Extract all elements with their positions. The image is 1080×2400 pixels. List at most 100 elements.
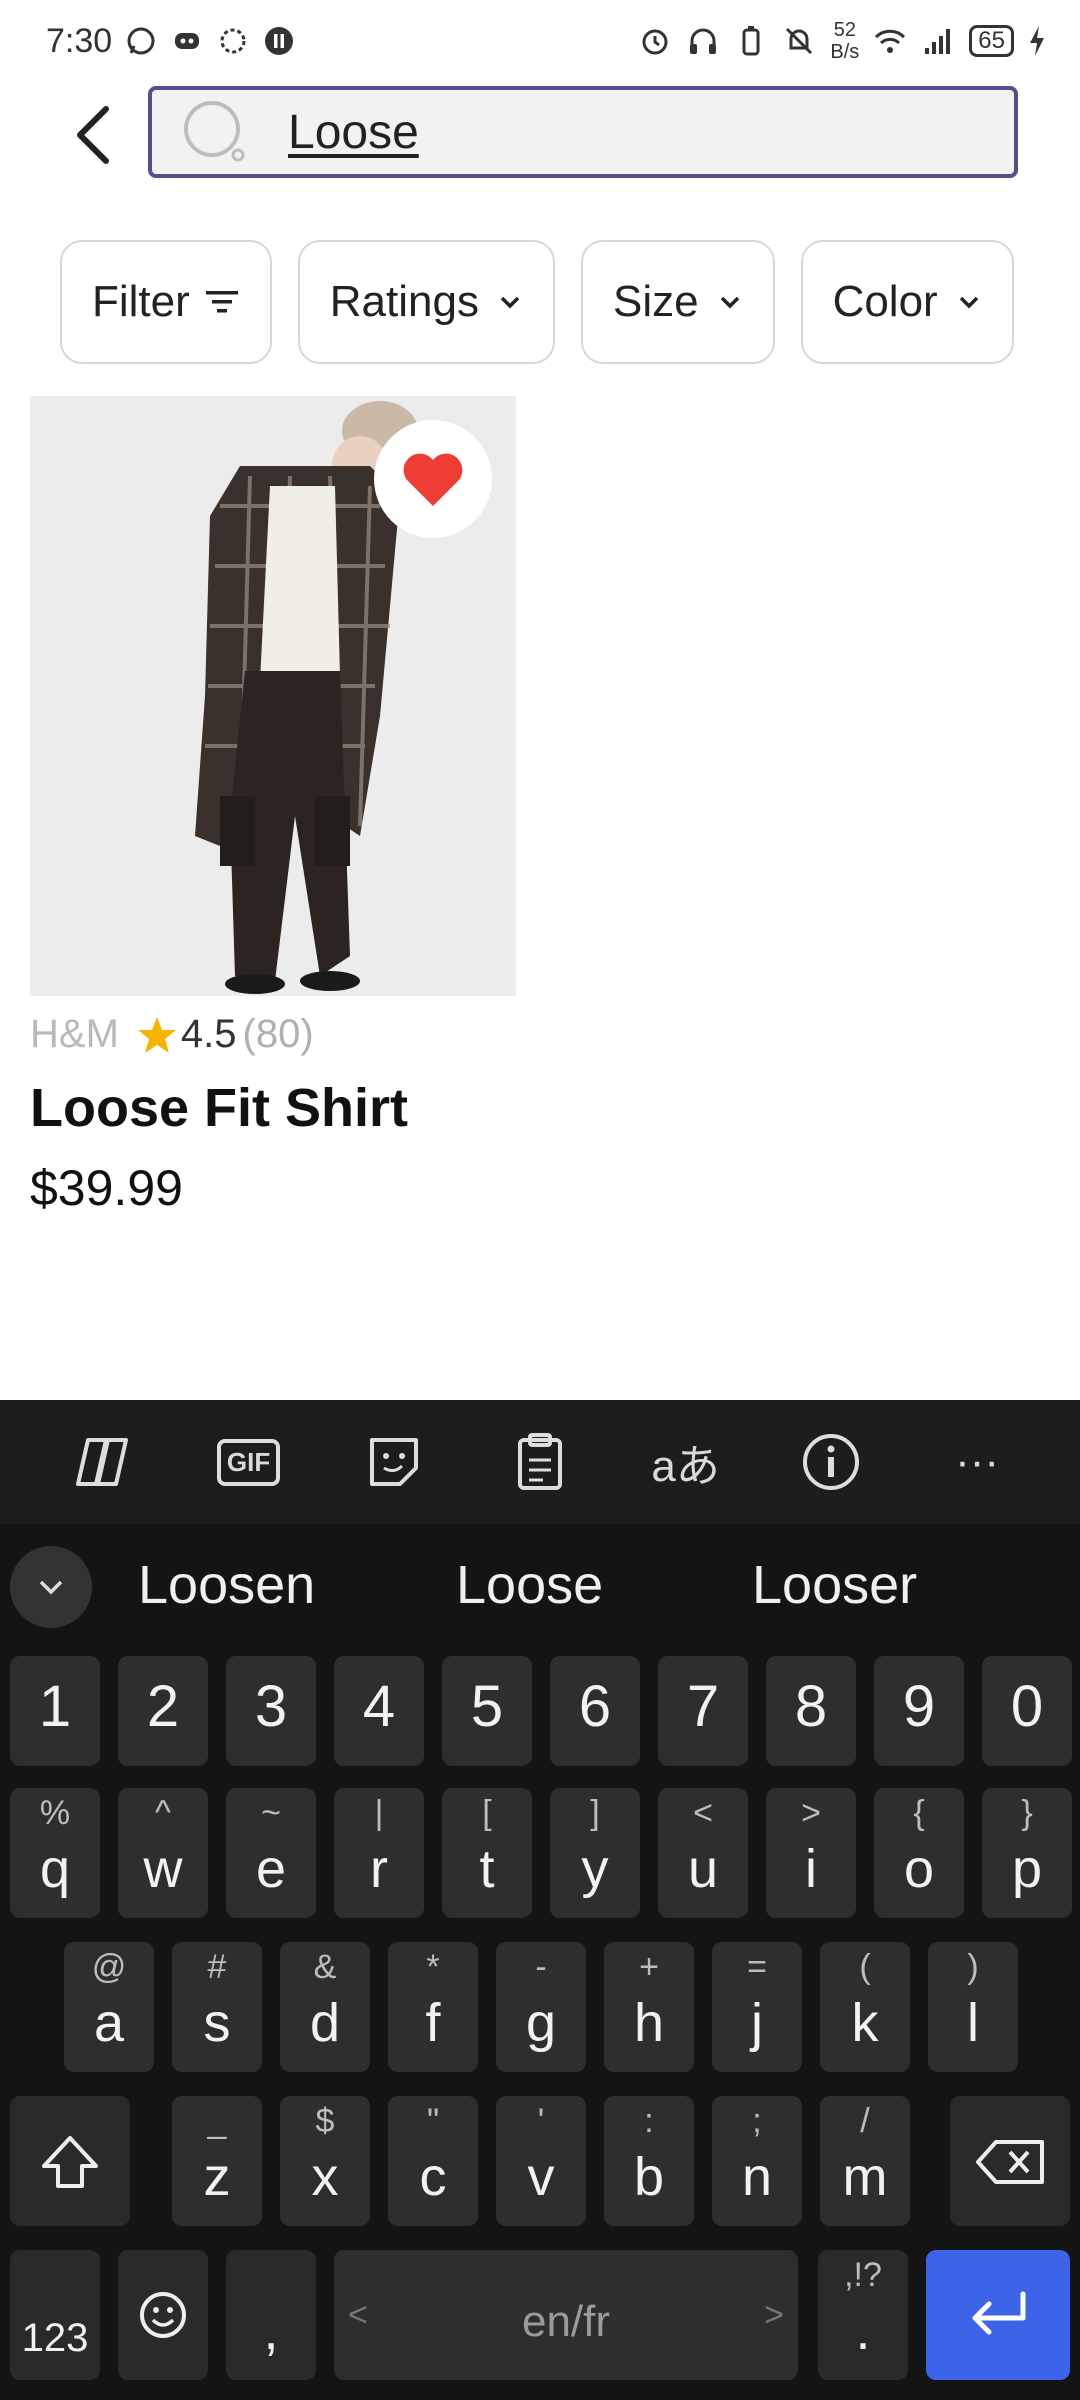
key-u[interactable]: < u [658, 1788, 748, 1918]
emoji-key[interactable] [118, 2250, 208, 2380]
network-speed: 52 B/s [830, 19, 859, 63]
key-q[interactable]: % q [10, 1788, 100, 1918]
key-a-label: a [93, 1993, 125, 2053]
net-speed-value: 52 [833, 19, 856, 41]
clipboard-icon[interactable] [500, 1422, 580, 1502]
key-t[interactable]: [t [442, 1788, 532, 1918]
filter-chips: Filter Ratings Size Color [60, 240, 1020, 366]
key-n[interactable]: ; n [712, 2096, 802, 2226]
suggestion-2[interactable]: Loose [456, 1554, 603, 1616]
key-d-alt: & [313, 1948, 337, 1986]
key-b[interactable]: :b [604, 2096, 694, 2226]
key-t-alt: [ [482, 1794, 492, 1832]
backspace-key[interactable] [950, 2096, 1070, 2226]
key-h-label: h [633, 1993, 665, 2053]
key-q-label: q [39, 1839, 71, 1899]
sticker-icon[interactable] [354, 1422, 434, 1502]
key-v[interactable]: ' v [496, 2096, 586, 2226]
heart-icon [403, 453, 463, 506]
key-4[interactable]: 4 [334, 1656, 424, 1766]
key-y[interactable]: ] y [550, 1788, 640, 1918]
space-key-label: en/fr [521, 2297, 611, 2346]
key-m-label: m [842, 2147, 888, 2207]
key-i[interactable]: > i [766, 1788, 856, 1918]
key-j-label: j [751, 1993, 763, 2053]
translate-icon[interactable]: aあ [646, 1422, 726, 1502]
key-c[interactable]: " c [388, 2096, 478, 2226]
key-a[interactable]: @ a [64, 1942, 154, 2072]
suggestion-3[interactable]: Looser [752, 1554, 917, 1616]
ratings-chip[interactable]: Ratings [297, 240, 555, 364]
backspace-icon [976, 2140, 1044, 2184]
key-q-alt: % [39, 1794, 71, 1832]
status-bar: 7:30 52 B/s 65 [0, 0, 1080, 82]
key-5[interactable]: 5 [442, 1656, 532, 1766]
product-card[interactable]: H&M 4.5 (80) Loose Fit Shirt $39.99 [30, 396, 516, 1217]
symbols-key[interactable]: 123 [10, 2250, 100, 2380]
color-chip[interactable]: Color [800, 240, 1014, 364]
space-left-arrow: < [348, 2296, 368, 2334]
info-icon[interactable] [791, 1422, 871, 1502]
product-title[interactable]: Loose Fit Shirt [30, 1077, 516, 1139]
key-3[interactable]: 3 [226, 1656, 316, 1766]
key-7-label: 7 [686, 1674, 720, 1739]
key-d[interactable]: & d [280, 1942, 370, 2072]
space-key[interactable]: en/fr < > [334, 2250, 798, 2380]
chevron-down-icon [720, 296, 739, 309]
suggestion-1[interactable]: Loosen [138, 1554, 315, 1616]
key-6[interactable]: 6 [550, 1656, 640, 1766]
key-9[interactable]: 9 [874, 1656, 964, 1766]
key-g[interactable]: -g [496, 1942, 586, 2072]
key-m[interactable]: / m [820, 2096, 910, 2226]
key-0[interactable]: 0 [982, 1656, 1072, 1766]
key-n-alt: ; [752, 2102, 762, 2140]
search-input[interactable]: Loose [148, 86, 1018, 178]
product-image[interactable] [30, 396, 516, 996]
key-1[interactable]: 1 [10, 1656, 100, 1766]
key-s-alt: # [207, 1948, 227, 1986]
translate-label: aあ [651, 1442, 720, 1491]
key-z-label: z [203, 2147, 231, 2207]
key-s[interactable]: # s [172, 1942, 262, 2072]
more-icon[interactable]: ··· [937, 1422, 1017, 1502]
key-e[interactable]: ~ e [226, 1788, 316, 1918]
key-p[interactable]: } p [982, 1788, 1072, 1918]
key-w-alt: ^ [155, 1794, 171, 1832]
key-0-label: 0 [1010, 1674, 1044, 1739]
enter-key[interactable] [926, 2250, 1070, 2380]
copilot-icon[interactable] [63, 1422, 143, 1502]
shift-key[interactable] [10, 2096, 130, 2226]
search-query-text[interactable]: Loose [288, 105, 419, 160]
filter-chip[interactable]: Filter [60, 240, 272, 364]
key-p-label: p [1011, 1839, 1043, 1899]
key-e-alt: ~ [261, 1794, 281, 1832]
key-7[interactable]: 7 [658, 1656, 748, 1766]
key-j[interactable]: = j [712, 1942, 802, 2072]
key-o[interactable]: {o [874, 1788, 964, 1918]
key-w[interactable]: ^ w [118, 1788, 208, 1918]
key-b-label: b [633, 2147, 665, 2207]
key-w-label: w [143, 1839, 183, 1899]
key-8[interactable]: 8 [766, 1656, 856, 1766]
key-k[interactable]: (k [820, 1942, 910, 2072]
key-l-alt: ) [967, 1948, 979, 1986]
key-l[interactable]: ) l [928, 1942, 1018, 2072]
back-button[interactable] [62, 100, 122, 170]
key-2[interactable]: 2 [118, 1656, 208, 1766]
key-a-alt: @ [91, 1948, 127, 1986]
key-h[interactable]: + h [604, 1942, 694, 2072]
key-k-label: k [851, 1993, 879, 2053]
key-x[interactable]: $ x [280, 2096, 370, 2226]
size-chip[interactable]: Size [580, 240, 775, 364]
chevron-down-icon [500, 296, 520, 309]
key-z[interactable]: _ z [172, 2096, 262, 2226]
key-r[interactable]: | r [334, 1788, 424, 1918]
favorite-button[interactable] [374, 420, 492, 538]
gif-icon[interactable]: GIF [209, 1422, 289, 1502]
comma-key[interactable]: , [226, 2250, 316, 2380]
period-key-alt: ,!? [844, 2256, 882, 2294]
chevron-down-icon [959, 296, 978, 309]
period-key[interactable]: ,!?. [818, 2250, 908, 2380]
key-f[interactable]: * f [388, 1942, 478, 2072]
collapse-keyboard-button[interactable] [10, 1546, 92, 1628]
